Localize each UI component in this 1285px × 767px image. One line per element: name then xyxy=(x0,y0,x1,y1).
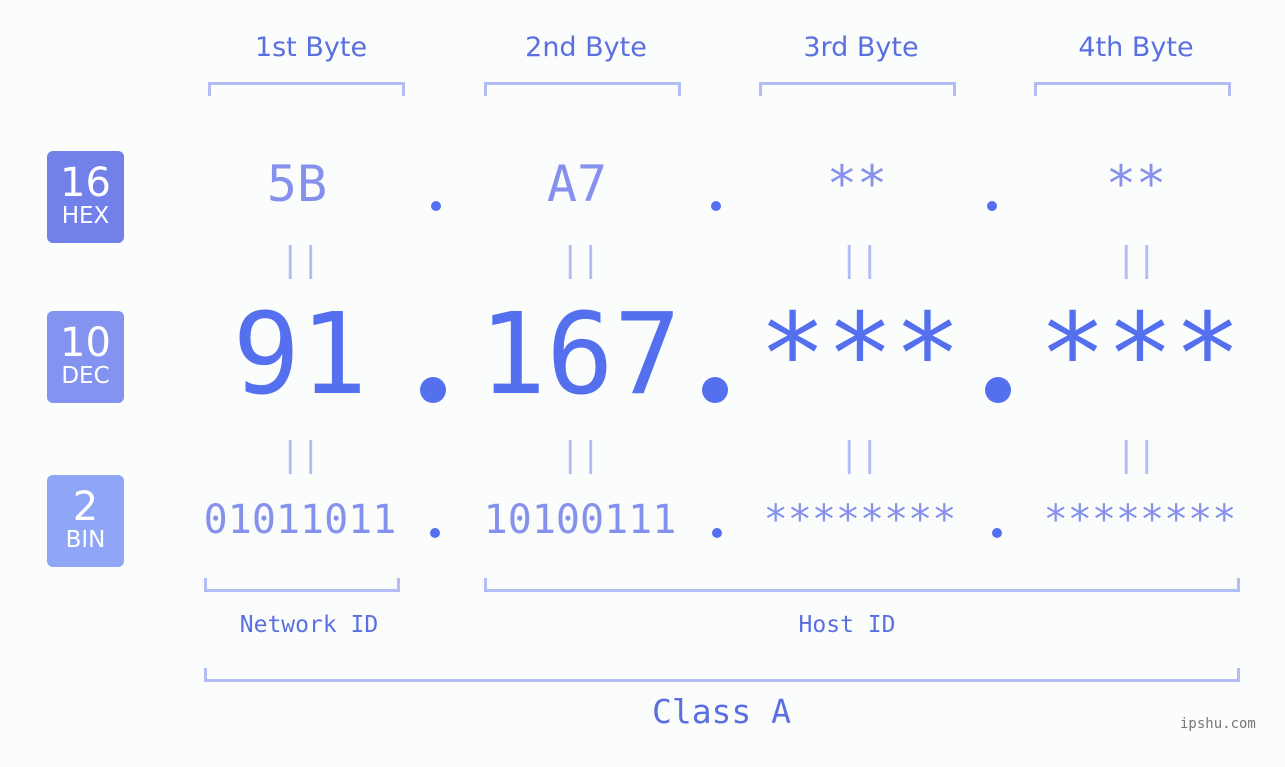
equals-icon: || xyxy=(839,435,880,475)
bin-dot-1 xyxy=(430,528,440,538)
class-label: Class A xyxy=(651,692,792,731)
equals-icon: || xyxy=(280,435,321,475)
host-id-bracket xyxy=(484,578,1240,592)
byte-bracket-4 xyxy=(1034,82,1231,96)
byte-bracket-2 xyxy=(484,82,681,96)
dec-value-4: *** xyxy=(1038,290,1242,420)
byte-bracket-3 xyxy=(759,82,956,96)
hex-dot-3 xyxy=(987,201,997,211)
class-bracket xyxy=(204,668,1240,682)
hex-badge: 16 HEX xyxy=(47,151,124,243)
dec-value-2: 167 xyxy=(478,290,682,420)
byte-bracket-1 xyxy=(208,82,405,96)
bin-value-2: 10100111 xyxy=(483,497,677,543)
equals-icon: || xyxy=(560,435,601,475)
bin-badge-label: BIN xyxy=(65,527,106,553)
equals-icon: || xyxy=(280,240,321,280)
host-id-label: Host ID xyxy=(798,612,896,638)
dec-badge-label: DEC xyxy=(61,363,110,389)
hex-value-1: 5B xyxy=(266,155,328,213)
hex-badge-number: 16 xyxy=(60,160,111,206)
equals-icon: || xyxy=(1116,240,1157,280)
dec-badge: 10 DEC xyxy=(47,311,124,403)
network-id-label: Network ID xyxy=(239,612,379,638)
bin-dot-3 xyxy=(992,528,1002,538)
bin-value-1: 01011011 xyxy=(203,497,397,543)
dec-dot-2 xyxy=(702,377,728,403)
dec-value-1: 91 xyxy=(232,290,368,420)
dec-badge-number: 10 xyxy=(60,320,111,366)
byte-title-1: 1st Byte xyxy=(254,32,368,63)
hex-value-2: A7 xyxy=(546,155,608,213)
equals-icon: || xyxy=(560,240,601,280)
network-id-bracket xyxy=(204,578,400,592)
hex-value-4: ** xyxy=(1105,155,1167,213)
bin-value-3: ******** xyxy=(763,497,957,543)
byte-title-3: 3rd Byte xyxy=(803,32,919,63)
hex-dot-2 xyxy=(711,201,721,211)
equals-icon: || xyxy=(1116,435,1157,475)
watermark: ipshu.com xyxy=(1180,716,1256,732)
hex-value-3: ** xyxy=(826,155,888,213)
bin-dot-2 xyxy=(712,528,722,538)
bin-badge-number: 2 xyxy=(72,484,99,530)
equals-icon: || xyxy=(839,240,880,280)
byte-title-4: 4th Byte xyxy=(1078,32,1194,63)
byte-title-2: 2nd Byte xyxy=(525,32,647,63)
dec-dot-3 xyxy=(985,377,1011,403)
bin-value-4: ******** xyxy=(1043,497,1237,543)
hex-dot-1 xyxy=(431,201,441,211)
bin-badge: 2 BIN xyxy=(47,475,124,567)
dec-value-3: *** xyxy=(758,290,962,420)
dec-dot-1 xyxy=(420,377,446,403)
hex-badge-label: HEX xyxy=(61,203,110,229)
